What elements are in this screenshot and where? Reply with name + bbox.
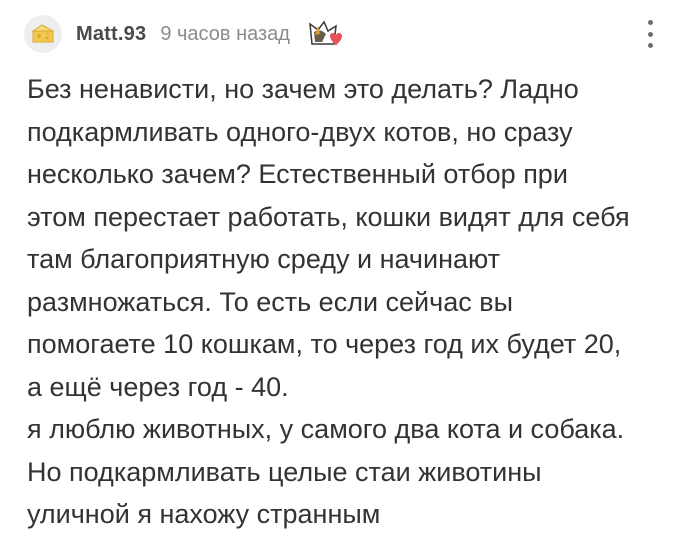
menu-dot — [647, 31, 653, 37]
comment-line: Без ненависти, но зачем это делать? Ладн… — [27, 74, 579, 104]
comment-line: размножаться. То есть если сейчас вы — [27, 286, 513, 317]
more-menu-button[interactable] — [638, 16, 662, 52]
comment-line: помогаете 10 кошкам, то через год их буд… — [27, 329, 622, 359]
comment-line: а ещё через год - 40. — [27, 371, 289, 402]
cheese-avatar-icon — [31, 24, 54, 43]
badge — [304, 14, 344, 54]
cat-heart-badge-icon — [309, 20, 342, 46]
more-vertical-icon — [647, 20, 653, 25]
comment-line: подкармливать одного-двух котов, но сраз… — [27, 116, 573, 147]
comment-line: там благоприятную среду и начинают — [27, 244, 501, 274]
comment-header: Matt.93 9 часов назад — [24, 14, 344, 54]
menu-dot — [647, 43, 653, 48]
comment-line: этом перестает работать, кошки видят для… — [27, 201, 630, 232]
avatar[interactable] — [24, 15, 62, 53]
comment-time: 9 часов назад — [160, 22, 290, 45]
comment-body: Без ненависти, но зачем это делать? Ладн… — [27, 68, 687, 536]
comment-line: Но подкармливать целые стаи животины — [27, 456, 542, 487]
comment-line: уличной я нахожу странным — [27, 499, 381, 529]
comment: Matt.93 9 часов назад Без ненависти, но … — [0, 0, 700, 552]
author-name[interactable]: Matt.93 — [76, 23, 146, 46]
comment-line: несколько зачем? Естественный отбор при — [27, 159, 568, 189]
comment-line: я люблю животных, у самого два кота и со… — [27, 414, 625, 444]
